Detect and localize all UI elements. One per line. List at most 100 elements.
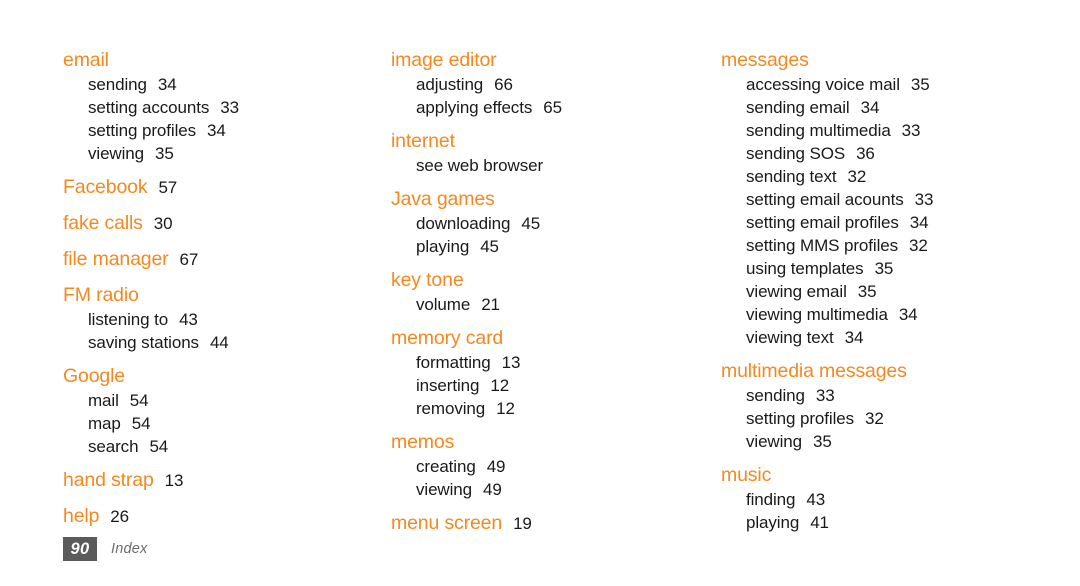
index-heading[interactable]: memory card — [391, 325, 701, 351]
index-subentry-label: setting accounts — [88, 98, 210, 117]
index-heading-label: memos — [391, 431, 455, 453]
index-heading-label: multimedia messages — [721, 360, 907, 382]
index-subentry[interactable]: downloading 45 — [391, 212, 701, 235]
index-heading[interactable]: multimedia messages — [721, 358, 1051, 384]
index-subentry-label: adjusting — [416, 75, 484, 94]
index-heading-label: FM radio — [63, 284, 139, 306]
index-heading-label: email — [63, 49, 109, 71]
index-heading[interactable]: Google — [63, 363, 373, 389]
index-subentry[interactable]: formatting 13 — [391, 351, 701, 374]
index-subentry-label: sending email — [746, 98, 850, 117]
index-subentry[interactable]: viewing 35 — [721, 430, 1051, 453]
index-heading[interactable]: key tone — [391, 267, 701, 293]
index-heading[interactable]: hand strap 13 — [63, 467, 373, 494]
index-subentry[interactable]: inserting 12 — [391, 374, 701, 397]
index-heading-page: 26 — [110, 507, 129, 526]
index-subentry-label: downloading — [416, 214, 511, 233]
index-subentry-page: 34 — [898, 305, 918, 324]
index-subentry[interactable]: map 54 — [63, 412, 373, 435]
index-subentry-page: 12 — [496, 399, 515, 418]
index-subentry-page: 54 — [129, 391, 149, 410]
index-entry-group: file manager 67 — [63, 246, 373, 273]
index-subentry-page: 49 — [486, 457, 506, 476]
index-subentry-page: 34 — [909, 213, 929, 232]
index-subentry[interactable]: setting email acounts 33 — [721, 188, 1051, 211]
index-subentry[interactable]: sending text 32 — [721, 165, 1051, 188]
index-subentry[interactable]: creating 49 — [391, 455, 701, 478]
index-heading-page: 67 — [179, 250, 199, 269]
index-subentry[interactable]: sending 34 — [63, 73, 373, 96]
index-heading[interactable]: Java games — [391, 186, 701, 212]
index-subentry[interactable]: applying effects 65 — [391, 96, 701, 119]
index-heading[interactable]: menu screen 19 — [391, 510, 701, 537]
index-subentry-label: viewing — [416, 480, 472, 499]
index-subentry-label: see web browser — [416, 156, 544, 175]
footer-section-label: Index — [111, 541, 148, 557]
index-heading[interactable]: fake calls 30 — [63, 210, 373, 237]
index-heading[interactable]: FM radio — [63, 282, 373, 308]
index-subentry-page: 36 — [856, 144, 875, 163]
index-entry-group: FM radio listening to 43 saving stations 44 — [63, 282, 373, 354]
index-subentry-page: 43 — [179, 310, 198, 329]
index-subentry[interactable]: setting email profiles 34 — [721, 211, 1051, 234]
index-subentry-label: viewing email — [746, 282, 847, 301]
index-subentry-page: 35 — [874, 259, 894, 278]
index-subentry[interactable]: setting accounts 33 — [63, 96, 373, 119]
index-heading[interactable]: messages — [721, 47, 1051, 73]
index-heading[interactable]: memos — [391, 429, 701, 455]
index-subentry-page: 43 — [806, 490, 826, 509]
index-subentry-label: viewing multimedia — [746, 305, 888, 324]
index-subentry[interactable]: viewing email 35 — [721, 280, 1051, 303]
index-subentry[interactable]: viewing 35 — [63, 142, 373, 165]
index-subentry[interactable]: search 54 — [63, 435, 373, 458]
index-subentry[interactable]: finding 43 — [721, 488, 1051, 511]
index-subentry[interactable]: sending SOS 36 — [721, 142, 1051, 165]
index-subentry-page: 32 — [847, 167, 867, 186]
index-subentry[interactable]: sending multimedia 33 — [721, 119, 1051, 142]
index-subentry-page: 65 — [543, 98, 562, 117]
index-subentry[interactable]: playing 45 — [391, 235, 701, 258]
index-heading-label: Google — [63, 365, 125, 387]
index-subentry[interactable]: setting profiles 32 — [721, 407, 1051, 430]
index-heading-page: 19 — [513, 514, 532, 533]
index-heading[interactable]: file manager 67 — [63, 246, 373, 273]
index-subentry[interactable]: viewing multimedia 34 — [721, 303, 1051, 326]
index-heading[interactable]: help 26 — [63, 503, 373, 530]
index-heading[interactable]: image editor — [391, 47, 701, 73]
index-subentry-page: 35 — [857, 282, 877, 301]
index-subentry[interactable]: setting MMS profiles 32 — [721, 234, 1051, 257]
index-entry-group: messages accessing voice mail 35 sending em… — [721, 47, 1051, 349]
index-subentry[interactable]: viewing 49 — [391, 478, 701, 501]
index-subentry-label: setting MMS profiles — [746, 236, 898, 255]
index-subentry-label: removing — [416, 399, 486, 418]
index-heading-label: music — [721, 464, 772, 486]
index-entry-group: Facebook 57 — [63, 174, 373, 201]
index-subentry-label: setting email profiles — [746, 213, 899, 232]
index-subentry-page: 45 — [521, 214, 541, 233]
index-subentry[interactable]: playing 41 — [721, 511, 1051, 534]
index-subentry-label: playing — [746, 513, 800, 532]
index-subentry[interactable]: sending email 34 — [721, 96, 1051, 119]
index-heading[interactable]: music — [721, 462, 1051, 488]
index-subentry[interactable]: setting profiles 34 — [63, 119, 373, 142]
index-subentry-label: viewing text — [746, 328, 834, 347]
index-subentry[interactable]: sending 33 — [721, 384, 1051, 407]
index-subentry-page: 44 — [209, 333, 229, 352]
index-subentry[interactable]: viewing text 34 — [721, 326, 1051, 349]
index-entry-group: multimedia messages sending 33 setting prof… — [721, 358, 1051, 453]
index-subentry[interactable]: using templates 35 — [721, 257, 1051, 280]
index-subentry[interactable]: adjusting 66 — [391, 73, 701, 96]
index-subentry-label: using templates — [746, 259, 864, 278]
index-subentry[interactable]: saving stations 44 — [63, 331, 373, 354]
index-heading[interactable]: email — [63, 47, 373, 73]
index-heading[interactable]: internet — [391, 128, 701, 154]
index-subentry[interactable]: listening to 43 — [63, 308, 373, 331]
index-subentry[interactable]: removing 12 — [391, 397, 701, 420]
index-subentry[interactable]: accessing voice mail 35 — [721, 73, 1051, 96]
index-subentry-page: 33 — [220, 98, 239, 117]
index-subentry[interactable]: volume 21 — [391, 293, 701, 316]
index-heading[interactable]: Facebook 57 — [63, 174, 373, 201]
index-subentry-page: 35 — [910, 75, 930, 94]
index-subentry[interactable]: mail 54 — [63, 389, 373, 412]
index-subentry[interactable]: see web browser — [391, 154, 701, 177]
